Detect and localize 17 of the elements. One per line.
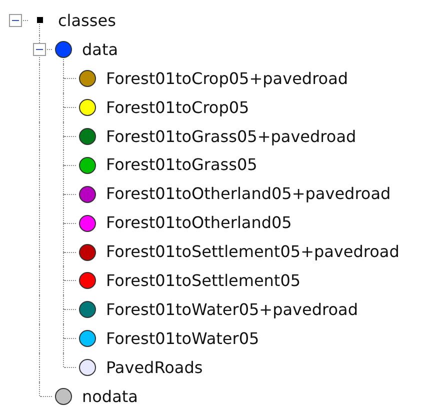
tree-item-label[interactable]: classes — [58, 10, 116, 30]
tree-item-label[interactable]: Forest01toWater05+pavedroad — [106, 300, 358, 319]
tree-item-label[interactable]: Forest01toCrop05+pavedroad — [106, 68, 348, 88]
tree-item-label[interactable]: Forest01toWater05 — [106, 328, 260, 348]
tree-item-label[interactable]: Forest01toGrass05 — [106, 155, 258, 174]
tree-item-label[interactable]: Forest01toGrass05+pavedroad — [106, 126, 356, 146]
tree-item-label[interactable]: Forest01toSettlement05 — [106, 270, 301, 290]
tree-item-label[interactable]: Forest01toCrop05 — [106, 98, 250, 117]
tree-item-label[interactable]: Forest01toSettlement05+pavedroad — [106, 242, 400, 262]
collapse-icon[interactable] — [9, 14, 22, 28]
tree-item-label[interactable]: data — [82, 40, 118, 59]
tree-item-label[interactable]: nodata — [82, 386, 138, 406]
tree-item-label[interactable]: PavedRoads — [106, 358, 203, 377]
collapse-icon[interactable] — [33, 43, 46, 56]
tree-item-label[interactable]: Forest01toOtherland05 — [106, 213, 292, 232]
square-icon — [37, 17, 43, 24]
tree-item-label[interactable]: Forest01toOtherland05+pavedroad — [106, 184, 391, 204]
